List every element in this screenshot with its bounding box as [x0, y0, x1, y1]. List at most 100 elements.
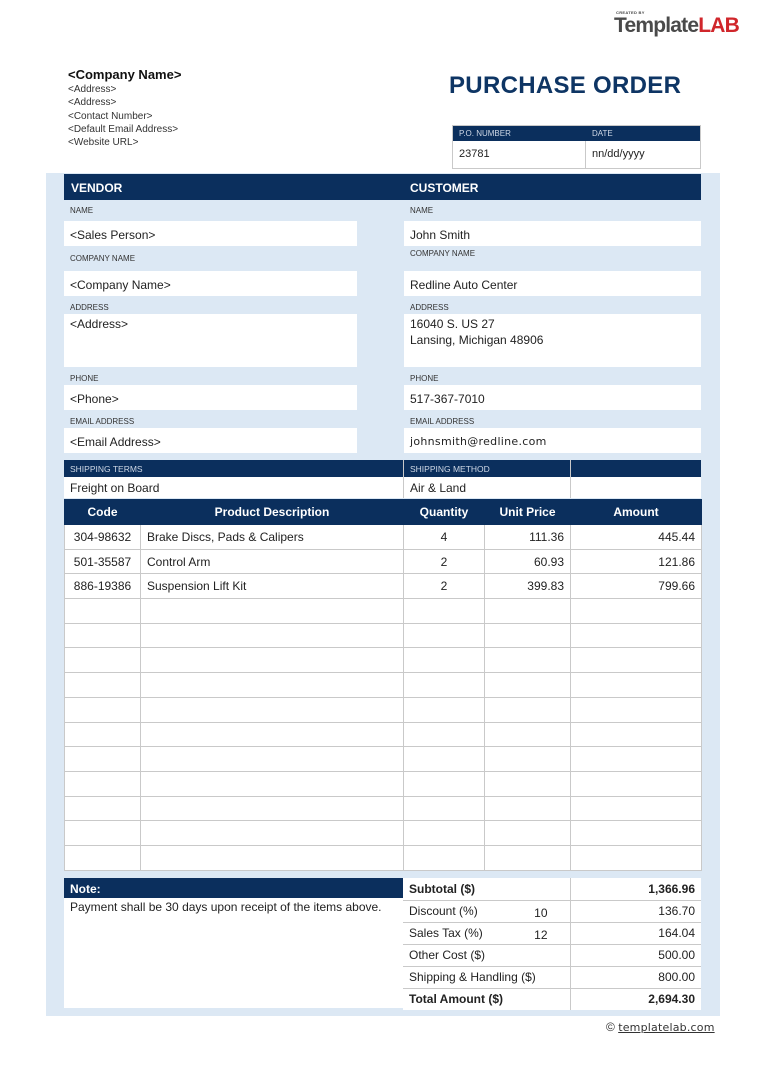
totals-percent[interactable]: 10 [534, 906, 547, 920]
po-info-box: P.O. NUMBER DATE 23781 nn/dd/yyyy [452, 125, 701, 169]
customer-company-field[interactable]: Redline Auto Center [404, 271, 701, 296]
item-code[interactable] [64, 598, 141, 624]
item-quantity[interactable] [403, 672, 485, 698]
customer-email-field[interactable]: johnsmith@redline.com [404, 428, 701, 453]
vendor-name-field[interactable]: <Sales Person> [64, 221, 357, 246]
item-quantity[interactable] [403, 820, 485, 846]
item-amount[interactable]: 799.66 [570, 573, 702, 600]
company-address-2: <Address> [68, 97, 117, 109]
item-description[interactable] [140, 598, 404, 624]
item-code[interactable]: 886-19386 [64, 573, 141, 600]
item-unit-price[interactable]: 399.83 [484, 573, 571, 600]
item-description[interactable] [140, 844, 404, 871]
totals-value: 500.00 [570, 944, 701, 967]
item-code[interactable] [64, 672, 141, 698]
item-description[interactable] [140, 746, 404, 772]
item-amount[interactable] [570, 721, 702, 748]
item-quantity[interactable] [403, 647, 485, 674]
item-unit-price[interactable] [484, 721, 571, 748]
vendor-phone-field[interactable]: <Phone> [64, 385, 357, 410]
item-description[interactable] [140, 770, 404, 797]
item-unit-price[interactable] [484, 622, 571, 649]
item-description[interactable] [140, 672, 404, 698]
item-quantity[interactable]: 2 [403, 548, 485, 575]
item-unit-price[interactable] [484, 672, 571, 698]
item-quantity[interactable] [403, 721, 485, 748]
templatelab-link[interactable]: templatelab.com [618, 1021, 714, 1034]
item-description[interactable] [140, 622, 404, 649]
item-code[interactable] [64, 622, 141, 649]
shipping-method-field[interactable]: Air & Land [410, 481, 466, 495]
item-description[interactable] [140, 647, 404, 674]
vendor-email-field[interactable]: <Email Address> [64, 428, 357, 453]
item-quantity[interactable] [403, 598, 485, 624]
item-amount[interactable] [570, 795, 702, 822]
item-amount[interactable] [570, 820, 702, 846]
note-text[interactable]: Payment shall be 30 days upon receipt of… [64, 898, 403, 1008]
item-quantity[interactable] [403, 770, 485, 797]
page-title: PURCHASE ORDER [449, 72, 682, 99]
item-quantity[interactable] [403, 746, 485, 772]
item-amount[interactable]: 445.44 [570, 524, 702, 550]
item-amount[interactable] [570, 746, 702, 772]
item-code[interactable] [64, 770, 141, 797]
item-description[interactable] [140, 820, 404, 846]
shipping-terms-field[interactable]: Freight on Board [70, 481, 159, 495]
item-code[interactable] [64, 696, 141, 723]
shipping-section: SHIPPING TERMS SHIPPING METHOD Freight o… [64, 460, 701, 498]
item-unit-price[interactable] [484, 770, 571, 797]
item-amount[interactable] [570, 696, 702, 723]
vendor-address-field[interactable]: <Address> [64, 314, 357, 367]
totals-label: Shipping & Handling ($) [409, 970, 536, 984]
logo-template: Template [614, 14, 699, 37]
item-unit-price[interactable]: 60.93 [484, 548, 571, 575]
item-code[interactable] [64, 647, 141, 674]
item-code[interactable] [64, 721, 141, 748]
customer-address-field[interactable]: 16040 S. US 27 Lansing, Michigan 48906 [404, 314, 701, 367]
item-amount[interactable] [570, 598, 702, 624]
item-amount[interactable] [570, 770, 702, 797]
item-description[interactable] [140, 795, 404, 822]
item-description[interactable]: Suspension Lift Kit [140, 573, 404, 600]
totals-percent[interactable]: 12 [534, 928, 547, 942]
item-unit-price[interactable] [484, 820, 571, 846]
item-amount[interactable] [570, 647, 702, 674]
customer-name-field[interactable]: John Smith [404, 221, 701, 246]
item-amount[interactable] [570, 622, 702, 649]
customer-address-line-1: 16040 S. US 27 [410, 317, 495, 331]
item-quantity[interactable] [403, 844, 485, 871]
item-unit-price[interactable] [484, 696, 571, 723]
item-amount[interactable] [570, 672, 702, 698]
item-quantity[interactable] [403, 622, 485, 649]
table-row [64, 844, 702, 871]
item-quantity[interactable] [403, 795, 485, 822]
item-unit-price[interactable] [484, 795, 571, 822]
item-code[interactable] [64, 746, 141, 772]
item-quantity[interactable]: 4 [403, 524, 485, 550]
item-quantity[interactable] [403, 696, 485, 723]
item-code[interactable] [64, 795, 141, 822]
item-quantity[interactable]: 2 [403, 573, 485, 600]
item-unit-price[interactable] [484, 746, 571, 772]
item-amount[interactable]: 121.86 [570, 548, 702, 575]
item-unit-price[interactable] [484, 844, 571, 871]
item-code[interactable]: 501-35587 [64, 548, 141, 575]
item-description[interactable] [140, 721, 404, 748]
po-number-field[interactable]: 23781 [453, 141, 586, 168]
item-unit-price[interactable] [484, 598, 571, 624]
customer-phone-label: PHONE [410, 374, 439, 383]
item-description[interactable]: Brake Discs, Pads & Calipers [140, 524, 404, 550]
table-row: 304-98632 Brake Discs, Pads & Calipers 4 11… [64, 524, 702, 550]
vendor-company-field[interactable]: <Company Name> [64, 271, 357, 296]
item-code[interactable]: 304-98632 [64, 524, 141, 550]
customer-phone-field[interactable]: 517-367-7010 [404, 385, 701, 410]
item-code[interactable] [64, 820, 141, 846]
item-description[interactable] [140, 696, 404, 723]
table-row [64, 795, 702, 822]
item-code[interactable] [64, 844, 141, 871]
item-unit-price[interactable] [484, 647, 571, 674]
item-amount[interactable] [570, 844, 702, 871]
date-field[interactable]: nn/dd/yyyy [586, 141, 700, 168]
item-description[interactable]: Control Arm [140, 548, 404, 575]
item-unit-price[interactable]: 111.36 [484, 524, 571, 550]
